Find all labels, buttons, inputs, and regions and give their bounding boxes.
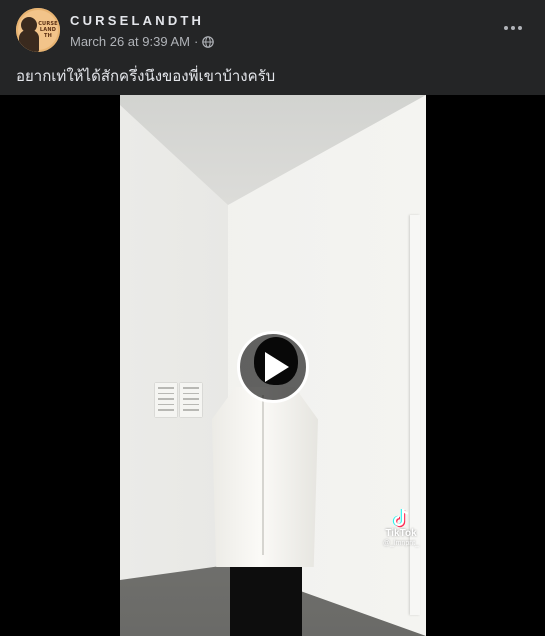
meta-separator: ·: [193, 34, 199, 49]
facebook-post: CURSE LAND TH CURSELANDTH March 26 at 9:…: [0, 0, 545, 636]
tiktok-icon: [392, 508, 409, 528]
post-caption: อยากเท่ให้ได้สักครึ่งนึงของพี่เขาบ้างครั…: [16, 67, 276, 85]
post-header: CURSE LAND TH CURSELANDTH March 26 at 9:…: [0, 0, 545, 95]
scene-wall-placard: [180, 383, 202, 417]
play-icon: [264, 352, 289, 382]
tiktok-handle: @_lmnpnt_: [383, 540, 419, 547]
globe-icon[interactable]: [202, 36, 215, 48]
scene-person-shirt: [212, 387, 318, 567]
post-meta: March 26 at 9:39 AM ·: [70, 34, 215, 49]
video-frame: TikTok @_lmnpnt_: [120, 95, 426, 636]
page-avatar[interactable]: CURSE LAND TH: [16, 8, 60, 52]
video-player[interactable]: TikTok @_lmnpnt_: [0, 95, 545, 636]
more-dot: [504, 26, 508, 30]
post-timestamp[interactable]: March 26 at 9:39 AM: [70, 34, 190, 49]
avatar-logo-text: CURSE LAND TH: [38, 21, 58, 39]
more-dot: [511, 26, 515, 30]
scene-shirt-placket: [262, 395, 264, 555]
play-button[interactable]: [237, 331, 309, 403]
more-options-icon[interactable]: [501, 16, 525, 40]
page-name-link[interactable]: CURSELANDTH: [70, 13, 204, 28]
tiktok-watermark: TikTok @_lmnpnt_: [378, 508, 424, 548]
tiktok-label: TikTok: [385, 528, 417, 539]
scene-wall-placard: [155, 383, 177, 417]
scene-wall-panel: [410, 215, 420, 615]
more-dot: [518, 26, 522, 30]
scene-person-legs: [230, 565, 302, 636]
